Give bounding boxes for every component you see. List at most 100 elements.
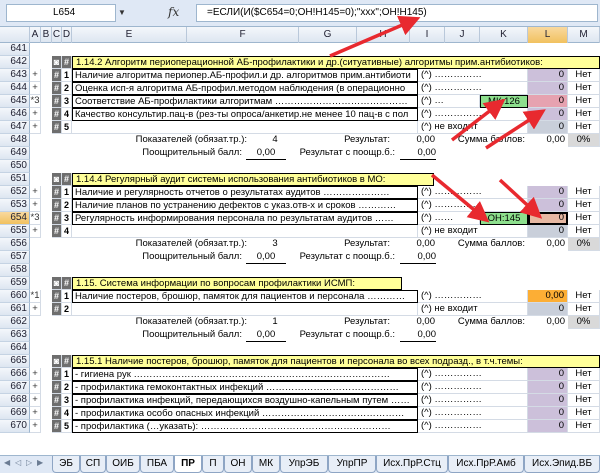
answer-cell[interactable]: Нет: [568, 420, 600, 433]
bonus-value[interactable]: 0,00: [246, 147, 286, 160]
score-sum-value[interactable]: 0,00: [528, 316, 568, 329]
answer-cell[interactable]: Нет: [568, 368, 600, 381]
sheet-tab[interactable]: Исх.Эпид.ВБ: [524, 456, 600, 473]
score-cell[interactable]: 0: [528, 303, 568, 316]
bonus-result-value[interactable]: 0,00: [400, 251, 436, 264]
sheet-tab[interactable]: ОН: [224, 456, 252, 473]
hash-cell[interactable]: #: [52, 381, 62, 394]
row-number[interactable]: 643: [0, 69, 30, 82]
first-sheet-icon[interactable]: ◀: [4, 458, 10, 467]
item-mark[interactable]: (^) ……………: [418, 381, 528, 394]
row-marker[interactable]: +: [30, 381, 41, 394]
row-marker[interactable]: +: [30, 186, 41, 199]
row-marker[interactable]: +: [30, 394, 41, 407]
row-number[interactable]: 666: [0, 368, 30, 381]
row-number[interactable]: 647: [0, 121, 30, 134]
bonus-value[interactable]: 0,00: [246, 251, 286, 264]
item-text[interactable]: Наличие постеров, брошюр, памяток для па…: [72, 290, 418, 303]
score-cell[interactable]: 0: [528, 199, 568, 212]
item-number[interactable]: 4: [62, 108, 72, 121]
item-number[interactable]: 4: [62, 407, 72, 420]
percent-cell[interactable]: 0%: [568, 134, 600, 147]
row-number[interactable]: 665: [0, 355, 30, 368]
item-text[interactable]: - профилактика гемоконтактных инфекций ……: [72, 381, 418, 394]
section-title[interactable]: 1.15.1 Наличие постеров, брошюр, памяток…: [72, 355, 600, 368]
col-header-e[interactable]: E: [72, 27, 187, 43]
score-cell[interactable]: 0: [528, 186, 568, 199]
row-number[interactable]: 644: [0, 82, 30, 95]
answer-cell[interactable]: Нет: [568, 95, 600, 108]
hash-cell[interactable]: #: [62, 173, 72, 186]
col-header-i[interactable]: I: [410, 27, 445, 43]
bonus-result-value[interactable]: 0,00: [400, 329, 436, 342]
score-cell[interactable]: 0: [528, 394, 568, 407]
item-mark[interactable]: (^) ……………: [418, 394, 528, 407]
item-text[interactable]: [72, 225, 418, 238]
score-sum-value[interactable]: 0,00: [528, 238, 568, 251]
item-number[interactable]: 4: [62, 225, 72, 238]
row-number[interactable]: 652: [0, 186, 30, 199]
row-number[interactable]: 649: [0, 147, 30, 160]
sheet-tab[interactable]: Исх.ПрР.Амб: [448, 456, 524, 473]
answer-cell[interactable]: Нет: [568, 108, 600, 121]
answer-cell[interactable]: Нет: [568, 381, 600, 394]
hash-cell[interactable]: #: [52, 199, 62, 212]
item-text[interactable]: Наличие и регулярность отчетов о результ…: [72, 186, 418, 199]
row-marker[interactable]: +: [30, 108, 41, 121]
col-header-d[interactable]: D: [62, 27, 72, 43]
score-cell-selected[interactable]: 0: [528, 212, 568, 225]
row-number[interactable]: 646: [0, 108, 30, 121]
item-number[interactable]: 1: [62, 69, 72, 82]
section-title[interactable]: 1.14.4 Регулярный аудит системы использо…: [72, 173, 434, 186]
answer-cell[interactable]: Нет: [568, 290, 600, 303]
item-mark[interactable]: (^) ……………: [418, 82, 528, 95]
row-number[interactable]: 663: [0, 329, 30, 342]
item-text[interactable]: [72, 303, 418, 316]
chevron-down-icon[interactable]: ▼: [118, 8, 126, 17]
item-text[interactable]: Наличие алгоритма периопер.АБ-профил.и д…: [72, 69, 418, 82]
item-mark[interactable]: (^) не входит: [418, 121, 528, 134]
score-cell[interactable]: 0: [528, 407, 568, 420]
row-number[interactable]: 654: [0, 212, 30, 225]
score-cell[interactable]: 0: [528, 82, 568, 95]
score-cell[interactable]: 0: [528, 69, 568, 82]
row-number[interactable]: 642: [0, 56, 30, 69]
sheet-tab[interactable]: УпрЭБ: [280, 456, 328, 473]
item-mark[interactable]: (^) ……………: [418, 199, 528, 212]
hash-cell[interactable]: #: [52, 225, 62, 238]
result-value[interactable]: 0,00: [395, 316, 436, 329]
score-cell[interactable]: 0: [528, 121, 568, 134]
row-number[interactable]: 648: [0, 134, 30, 147]
row-number[interactable]: 670: [0, 420, 30, 433]
bonus-value[interactable]: 0,00: [246, 329, 286, 342]
score-cell[interactable]: 0: [528, 95, 568, 108]
prev-sheet-icon[interactable]: ◁: [15, 458, 21, 467]
row-marker[interactable]: *3: [30, 95, 41, 108]
row-number[interactable]: 660: [0, 290, 30, 303]
answer-cell[interactable]: Нет: [568, 121, 600, 134]
hash-cell[interactable]: #: [52, 95, 62, 108]
sheet-tab[interactable]: УпрПР: [328, 456, 376, 473]
hash-cell[interactable]: #: [52, 420, 62, 433]
sheet-tab[interactable]: Исх.ПрР.Стц: [376, 456, 448, 473]
section-marker-cell[interactable]: ◙: [52, 355, 62, 368]
summary-count[interactable]: 4: [255, 134, 295, 147]
section-marker-cell[interactable]: ◙: [52, 277, 62, 290]
col-header-k[interactable]: K: [480, 27, 528, 43]
bonus-result-value[interactable]: 0,00: [400, 147, 436, 160]
item-number[interactable]: 3: [62, 394, 72, 407]
section-title[interactable]: 1.15. Система информации по вопросам про…: [72, 277, 402, 290]
percent-cell[interactable]: 0%: [568, 316, 600, 329]
col-header-g[interactable]: G: [299, 27, 357, 43]
col-header-c[interactable]: C: [52, 27, 62, 43]
row-marker[interactable]: +: [30, 407, 41, 420]
hash-cell[interactable]: #: [62, 277, 72, 290]
row-number[interactable]: 668: [0, 394, 30, 407]
fx-icon[interactable]: fx: [168, 5, 179, 19]
formula-input[interactable]: =ЕСЛИ(И($C654=0;ОН!H145=0);"ххх";ОН!H145…: [196, 4, 598, 22]
summary-count[interactable]: 3: [255, 238, 295, 251]
item-text[interactable]: - профилактика особо опасных инфекций ………: [72, 407, 418, 420]
hash-cell[interactable]: #: [52, 108, 62, 121]
row-marker[interactable]: +: [30, 121, 41, 134]
hash-cell[interactable]: #: [52, 82, 62, 95]
